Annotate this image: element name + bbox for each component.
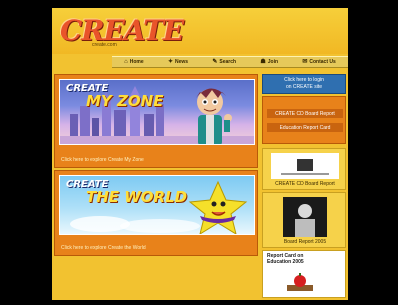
promo-image	[271, 153, 339, 179]
promo-image	[283, 197, 327, 237]
site-header: CREATE create.com	[52, 8, 348, 54]
nav-item-label: News	[175, 59, 189, 65]
nav-item-search[interactable]: ✎ Search	[212, 59, 236, 65]
login-line-1: Click here to login	[284, 77, 324, 83]
nav-item-label: Join	[267, 59, 279, 65]
create-my-zone-caption[interactable]: Click here to explore Create My Zone	[61, 157, 144, 163]
nav-item-label: Search	[219, 59, 237, 65]
mail-icon: ✉	[302, 59, 308, 65]
nav-item-label: Home	[129, 59, 144, 65]
promo-title: Report Card on Education 2005	[267, 253, 304, 265]
person-thumbnail	[295, 204, 315, 237]
login-line-2: on CREATE site	[285, 84, 323, 90]
nav-item-home[interactable]: ⌂ Home	[124, 59, 144, 65]
create-logo-thumbnail	[281, 159, 329, 175]
nav-item-label: Contact Us	[309, 59, 336, 65]
sidebar-link-board-report[interactable]: CREATE CD Board Report	[267, 109, 343, 118]
apple-books-thumbnail	[287, 273, 313, 291]
promo-caption: CREATE CD Board Report	[275, 181, 335, 187]
create-the-world-banner[interactable]: CREATE THE WORLD	[59, 175, 255, 235]
nav-item-join[interactable]: ☗ Join	[260, 59, 278, 65]
nav-item-news[interactable]: ✦ News	[168, 59, 188, 65]
pencil-icon: ✎	[212, 59, 218, 65]
create-the-world-title: CREATE THE WORLD	[66, 179, 188, 206]
site-logo[interactable]: CREATE	[60, 14, 184, 47]
sidebar-menu: CREATE CD Board Report Education Report …	[262, 96, 346, 144]
nav-item-contact[interactable]: ✉ Contact Us	[302, 59, 335, 65]
house-icon: ☗	[260, 59, 266, 65]
main-nav: ⌂ Home ✦ News ✎ Search ☗ Join ✉ Contact …	[112, 56, 348, 68]
sidebar: Click here to login on CREATE site CREAT…	[262, 74, 346, 298]
promo-board-report-2005[interactable]: Board Report 2005	[262, 192, 346, 248]
promo-report-card[interactable]: Report Card on Education 2005	[262, 250, 346, 298]
promo-image	[285, 273, 315, 293]
home-icon: ⌂	[124, 59, 128, 65]
create-my-zone-panel[interactable]: CREATE MY ZONE Click here to explore Cre…	[54, 74, 258, 168]
create-my-zone-title: CREATE MY ZONE	[66, 83, 164, 110]
login-box[interactable]: Click here to login on CREATE site	[262, 74, 346, 94]
create-the-world-caption[interactable]: Click here to explore Create the World	[61, 245, 146, 251]
create-the-world-panel[interactable]: CREATE THE WORLD Click here to explore C…	[54, 170, 258, 256]
promo-board-report[interactable]: CREATE CD Board Report	[262, 148, 346, 190]
create-my-zone-banner[interactable]: CREATE MY ZONE	[59, 79, 255, 145]
promo-caption: Board Report 2005	[283, 239, 327, 245]
logo-subtitle: create.com	[92, 42, 117, 48]
sidebar-link-report-card[interactable]: Education Report Card	[267, 123, 343, 132]
star-icon: ✦	[167, 59, 173, 65]
site-canvas: CREATE create.com ⌂ Home ✦ News ✎ Search…	[52, 8, 348, 300]
